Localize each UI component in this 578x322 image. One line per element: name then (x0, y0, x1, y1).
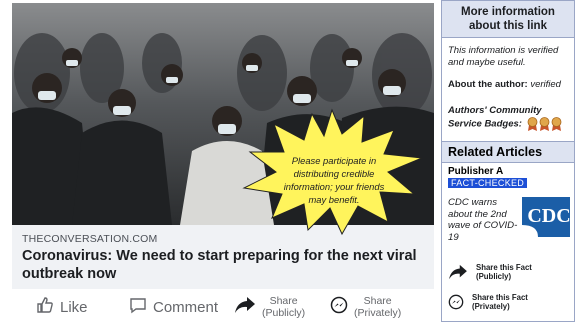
publisher-block: Publisher A FACT-CHECKED (442, 163, 574, 189)
related-articles-header: Related Articles (442, 141, 574, 163)
share-public-line1: Share (269, 295, 298, 307)
medal-icon[interactable] (539, 117, 550, 131)
like-label: Like (60, 298, 88, 316)
share-private-line1: Share (363, 295, 392, 307)
info-panel: More information about this link This in… (441, 0, 575, 322)
related-article-title[interactable]: CDC warns about the 2nd wave of COVID-19 (448, 197, 520, 243)
share-fact-private[interactable]: Share this Fact (Privately) (448, 293, 528, 311)
share-fact-private-line1: Share this Fact (472, 293, 528, 302)
author-label: About the author: (448, 79, 528, 90)
link-domain: THECONVERSATION.COM (22, 233, 158, 245)
link-headline[interactable]: Coronavirus: We need to start preparing … (22, 247, 422, 283)
callout-text: Please participate in distributing credi… (283, 155, 385, 205)
author-value: verified (530, 79, 561, 90)
share-fact-public[interactable]: Share this Fact (Publicly) (448, 263, 532, 281)
share-fact-public-line1: Share this Fact (476, 263, 532, 272)
like-button[interactable]: Like (36, 292, 88, 322)
author-row: About the author: verified (448, 79, 568, 91)
cdc-logo-text: CDC (527, 205, 570, 227)
messenger-icon (448, 294, 464, 310)
share-fact-public-line2: (Publicly) (476, 272, 512, 281)
fact-checked-badge: FACT-CHECKED (448, 178, 528, 188)
share-private-button[interactable]: Share (Privately) (330, 292, 401, 322)
publisher-name: Publisher A (448, 166, 504, 177)
info-section: This information is verified and maybe u… (442, 38, 574, 131)
comment-label: Comment (153, 298, 219, 316)
post-actions: Like Comment Share (Publicly) Share (Pri… (12, 292, 434, 322)
share-fact-private-line2: (Privately) (472, 302, 510, 311)
badges (527, 117, 562, 131)
share-private-label: Share (Privately) (354, 295, 401, 319)
share-public-line2: (Publicly) (262, 307, 306, 319)
comment-button[interactable]: Comment (129, 292, 218, 322)
messenger-icon (330, 296, 348, 319)
share-private-line2: (Privately) (354, 307, 402, 319)
share-fact-private-label: Share this Fact (Privately) (472, 293, 528, 311)
share-arrow-icon (449, 264, 467, 280)
panel-header: More information about this link (442, 1, 574, 38)
cdc-logo: CDC (522, 197, 571, 237)
related-article[interactable]: CDC warns about the 2nd wave of COVID-19… (442, 195, 574, 243)
share-public-button[interactable]: Share (Publicly) (234, 292, 305, 322)
verified-text: This information is verified and maybe u… (448, 45, 559, 68)
medal-icon[interactable] (551, 117, 562, 131)
share-arrow-icon (234, 296, 256, 319)
share-public-label: Share (Publicly) (262, 295, 305, 319)
badges-row: Authors' Community Service Badges: (448, 105, 568, 131)
comment-icon (129, 296, 147, 319)
share-fact-public-label: Share this Fact (Publicly) (476, 263, 532, 281)
medal-icon[interactable] (527, 117, 538, 131)
thumbs-up-icon (36, 296, 54, 319)
